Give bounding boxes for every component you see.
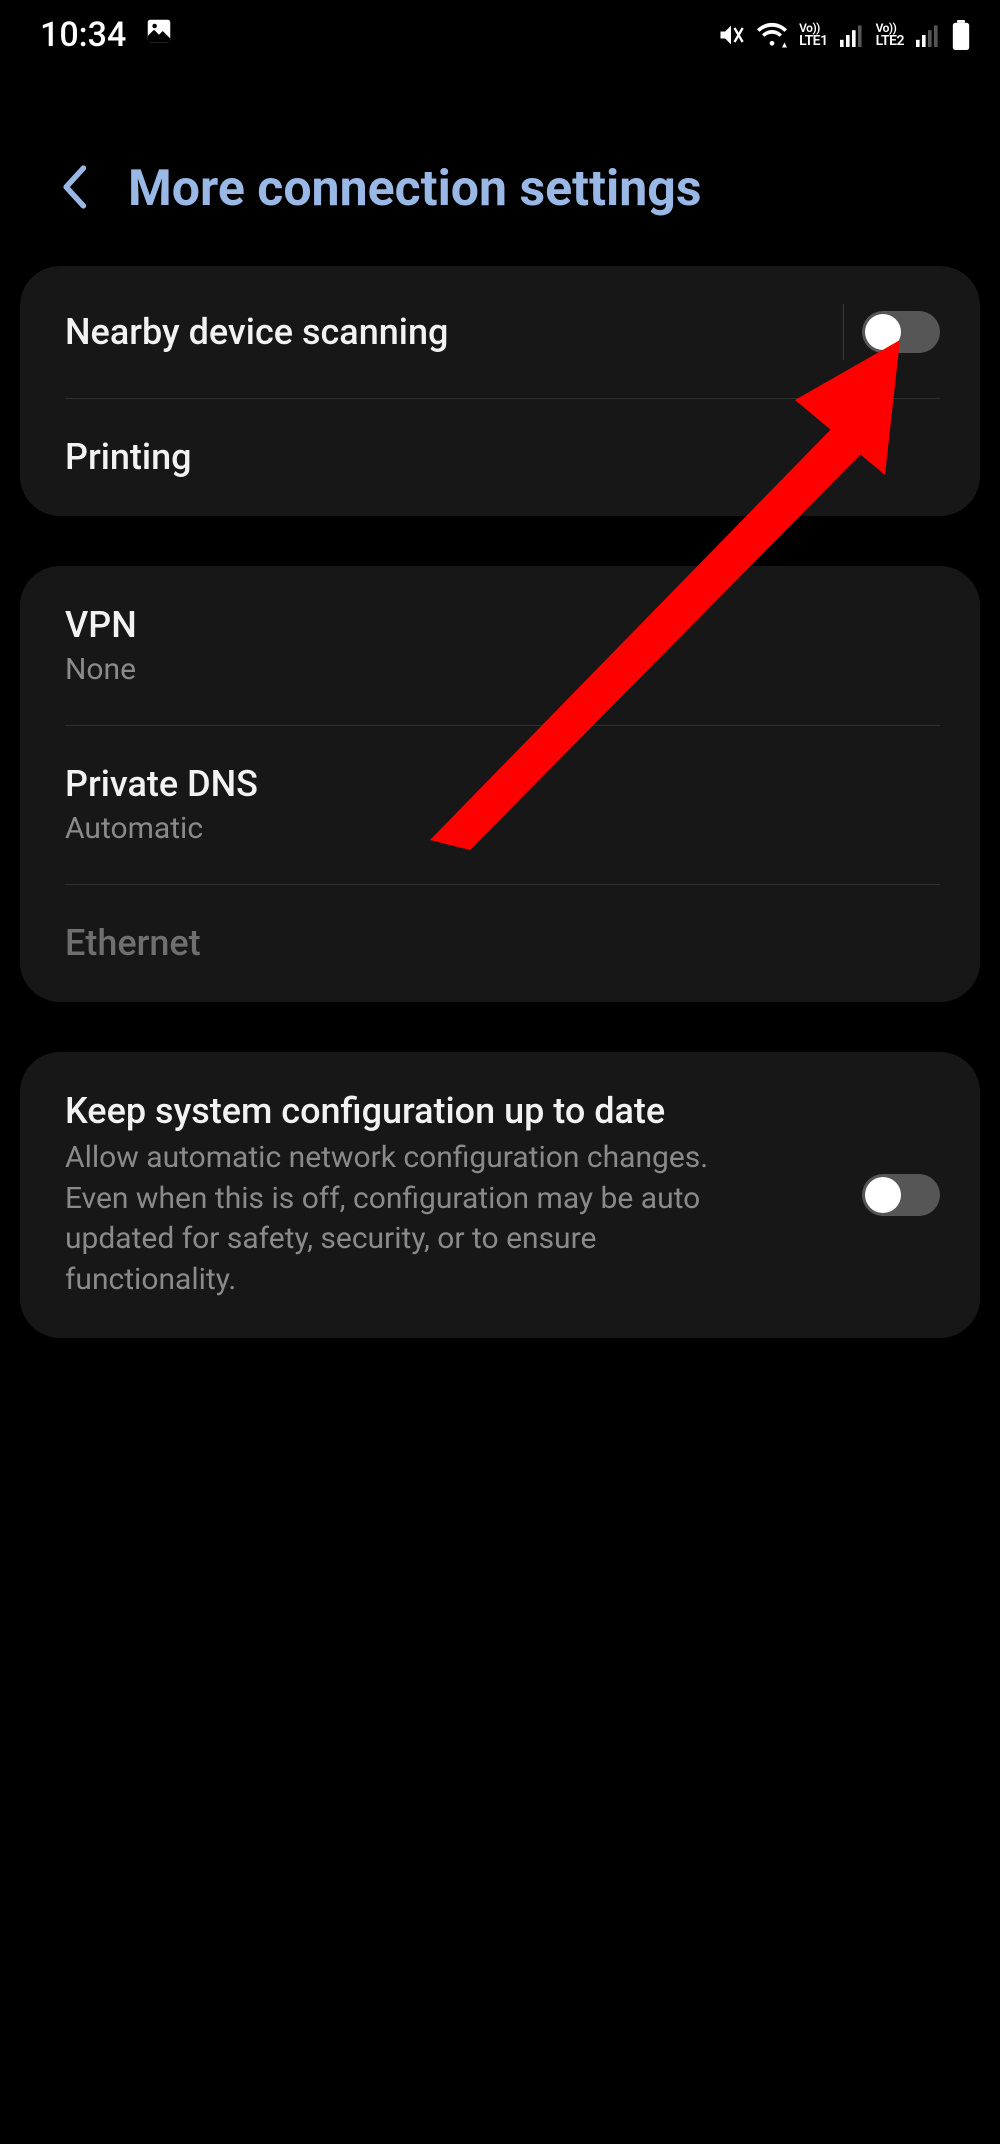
page-header: More connection settings	[0, 70, 1000, 266]
sim1-indicator: Vo)) LTE1	[799, 22, 827, 48]
private-dns-row[interactable]: Private DNS Automatic	[20, 725, 980, 884]
back-button[interactable]	[60, 165, 88, 213]
keep-config-description: Allow automatic network configuration ch…	[65, 1138, 765, 1300]
private-dns-value: Automatic	[65, 811, 940, 846]
nearby-toggle-wrap	[843, 304, 940, 360]
keep-config-toggle[interactable]	[862, 1174, 940, 1216]
vpn-row[interactable]: VPN None	[20, 566, 980, 725]
sim2-indicator: Vo)) LTE2	[876, 22, 904, 48]
clock: 10:34	[40, 15, 126, 55]
printing-label: Printing	[65, 436, 940, 478]
private-dns-label: Private DNS	[65, 763, 940, 805]
printing-row[interactable]: Printing	[20, 398, 980, 516]
signal-bars-1-icon	[840, 23, 864, 47]
settings-group-3: Keep system configuration up to date All…	[20, 1052, 980, 1338]
vpn-value: None	[65, 652, 940, 687]
picture-icon	[144, 15, 174, 55]
sim2-label: LTE2	[876, 34, 904, 48]
status-bar: 10:34 Vo)) LTE1	[0, 0, 1000, 70]
nearby-device-scanning-label: Nearby device scanning	[65, 311, 843, 353]
toggle-separator	[843, 304, 844, 360]
signal-bars-2-icon	[916, 23, 940, 47]
mute-vibrate-icon	[717, 21, 745, 49]
ethernet-label: Ethernet	[65, 922, 940, 964]
status-right: Vo)) LTE1 Vo)) LTE2	[717, 20, 970, 50]
ethernet-row: Ethernet	[20, 884, 980, 1002]
settings-group-1: Nearby device scanning Printing	[20, 266, 980, 516]
battery-icon	[952, 20, 970, 50]
vpn-label: VPN	[65, 604, 940, 646]
sim1-label: LTE1	[799, 34, 827, 48]
keep-config-label: Keep system configuration up to date	[65, 1090, 862, 1132]
page-title: More connection settings	[128, 160, 702, 218]
wifi-icon	[757, 21, 787, 49]
keep-config-row[interactable]: Keep system configuration up to date All…	[20, 1052, 980, 1338]
status-left: 10:34	[40, 15, 174, 55]
settings-group-2: VPN None Private DNS Automatic Ethernet	[20, 566, 980, 1002]
nearby-device-scanning-row[interactable]: Nearby device scanning	[20, 266, 980, 398]
nearby-device-scanning-toggle[interactable]	[862, 311, 940, 353]
